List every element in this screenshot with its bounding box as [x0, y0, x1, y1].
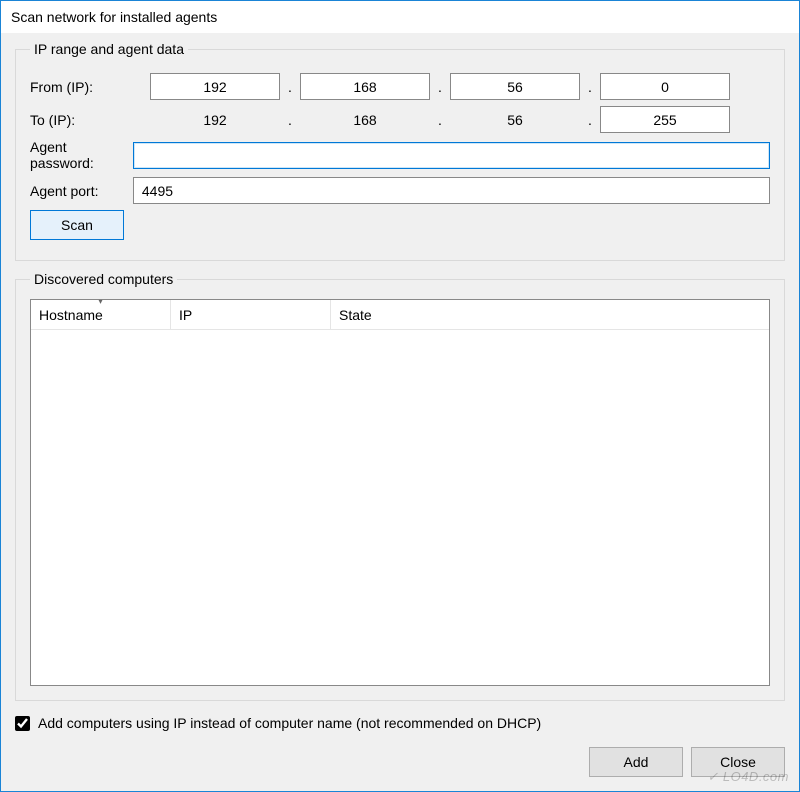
agent-password-label: Agent password:	[30, 139, 133, 171]
from-ip-octet-3[interactable]	[450, 73, 580, 100]
use-ip-checkbox-label: Add computers using IP instead of comput…	[38, 715, 541, 731]
use-ip-checkbox[interactable]	[15, 716, 30, 731]
column-state-label: State	[339, 307, 372, 323]
sort-indicator-icon: ▾	[98, 297, 102, 306]
to-ip-octet-1: 192	[150, 112, 280, 128]
ip-dot: .	[280, 112, 300, 128]
discovered-legend: Discovered computers	[30, 271, 177, 287]
column-ip[interactable]: IP	[171, 300, 331, 329]
list-body[interactable]	[31, 330, 769, 685]
to-ip-octet-3: 56	[450, 112, 580, 128]
discovered-list[interactable]: ▾ Hostname IP State	[30, 299, 770, 686]
use-ip-checkbox-row: Add computers using IP instead of comput…	[15, 715, 785, 731]
ip-dot: .	[430, 112, 450, 128]
to-ip-octet-4[interactable]	[600, 106, 730, 133]
to-ip-row: To (IP): 192 . 168 . 56 .	[30, 106, 770, 133]
list-header: ▾ Hostname IP State	[31, 300, 769, 330]
agent-port-row: Agent port:	[30, 177, 770, 204]
ip-range-group: IP range and agent data From (IP): . . .…	[15, 41, 785, 261]
to-ip-label: To (IP):	[30, 112, 150, 128]
column-hostname[interactable]: ▾ Hostname	[31, 300, 171, 329]
dialog-window: Scan network for installed agents IP ran…	[0, 0, 800, 792]
agent-port-label: Agent port:	[30, 183, 133, 199]
scan-row: Scan	[30, 210, 770, 240]
ip-dot: .	[580, 112, 600, 128]
agent-password-input[interactable]	[133, 142, 770, 169]
column-ip-label: IP	[179, 307, 192, 323]
from-ip-octet-2[interactable]	[300, 73, 430, 100]
dialog-buttons: Add Close	[15, 747, 785, 777]
ip-dot: .	[580, 79, 600, 95]
discovered-group: Discovered computers ▾ Hostname IP State	[15, 271, 785, 701]
title-bar: Scan network for installed agents	[1, 1, 799, 33]
from-ip-row: From (IP): . . .	[30, 73, 770, 100]
from-ip-octet-1[interactable]	[150, 73, 280, 100]
window-title: Scan network for installed agents	[11, 9, 217, 25]
from-ip-label: From (IP):	[30, 79, 150, 95]
to-ip-octet-2: 168	[300, 112, 430, 128]
column-state[interactable]: State	[331, 300, 769, 329]
add-button[interactable]: Add	[589, 747, 683, 777]
ip-dot: .	[430, 79, 450, 95]
ip-range-legend: IP range and agent data	[30, 41, 188, 57]
agent-port-input[interactable]	[133, 177, 770, 204]
close-button[interactable]: Close	[691, 747, 785, 777]
column-hostname-label: Hostname	[39, 307, 103, 323]
agent-password-row: Agent password:	[30, 139, 770, 171]
from-ip-octet-4[interactable]	[600, 73, 730, 100]
client-area: IP range and agent data From (IP): . . .…	[1, 33, 799, 791]
scan-button[interactable]: Scan	[30, 210, 124, 240]
ip-dot: .	[280, 79, 300, 95]
